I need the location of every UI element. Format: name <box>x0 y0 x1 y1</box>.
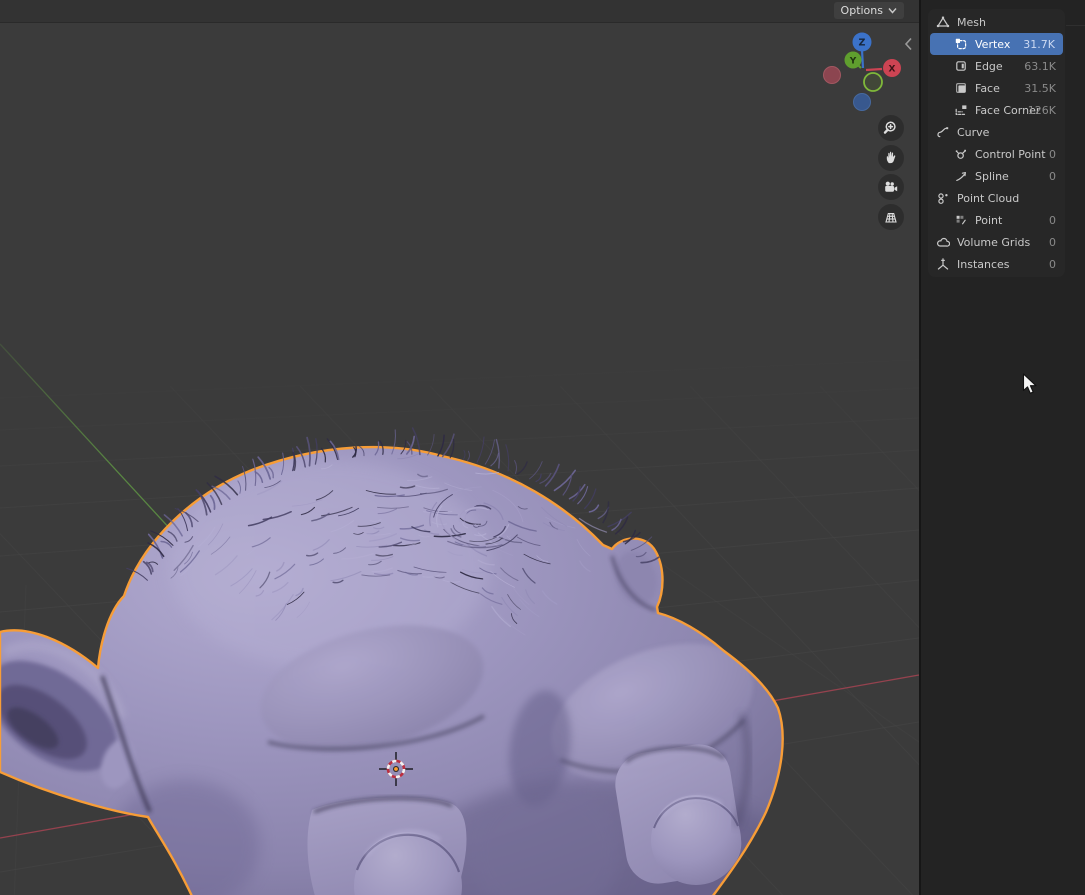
stat-label: Edge <box>975 60 1003 73</box>
point-icon <box>954 213 968 227</box>
camera-icon <box>883 179 899 195</box>
stat-value: 31.5K <box>1024 82 1056 95</box>
control-point-icon <box>954 147 968 161</box>
sidebar-collapse-arrow[interactable] <box>902 36 915 52</box>
volume-grids-icon <box>936 235 950 249</box>
stat-value: 0 <box>1049 258 1056 271</box>
stat-row-face[interactable]: Face 31.5K <box>928 77 1065 99</box>
stat-label: Volume Grids <box>957 236 1030 249</box>
stat-value: 0 <box>1049 170 1056 183</box>
stat-value: 0 <box>1049 236 1056 249</box>
stat-row-control-point[interactable]: Control Point0 <box>928 143 1065 165</box>
data-domain-list: Mesh Vertex 31.7K Edge 63.1K Face 31.5K Face Co… <box>928 9 1065 277</box>
edge-icon <box>954 59 968 73</box>
region-divider <box>1066 25 1085 26</box>
options-label: Options <box>841 4 883 17</box>
stat-label: Curve <box>957 126 989 139</box>
perspective-tool-button[interactable] <box>878 204 904 230</box>
options-button[interactable]: Options <box>834 2 904 19</box>
zoom-tool-button[interactable] <box>878 115 904 141</box>
stat-value: 31.7K <box>1023 38 1055 51</box>
grid-icon <box>883 209 899 225</box>
stat-row-spline[interactable]: Spline 0 <box>928 165 1065 187</box>
point-cloud-icon <box>936 191 950 205</box>
chevron-left-icon <box>902 36 915 52</box>
vertex-icon <box>954 37 968 51</box>
gizmo-axis-x-neg[interactable] <box>824 67 841 84</box>
stat-row-instances[interactable]: Instances 0 <box>928 253 1065 275</box>
spline-icon <box>954 169 968 183</box>
stat-row-curve[interactable]: Curve <box>928 121 1065 143</box>
stat-label: Mesh <box>957 16 986 29</box>
stat-row-point[interactable]: Point 0 <box>928 209 1065 231</box>
stat-label: Point <box>975 214 1002 227</box>
mesh-icon <box>936 15 950 29</box>
hand-icon <box>884 150 899 165</box>
left-eye <box>307 797 466 895</box>
stat-label: Spline <box>975 170 1009 183</box>
gizmo-axis-y[interactable]: Y <box>845 52 862 69</box>
navigation-gizmo[interactable]: Z Y X <box>818 26 910 118</box>
gizmo-axis-y-neg[interactable] <box>864 73 882 91</box>
spreadsheet-region[interactable]: Mesh Vertex 31.7K Edge 63.1K Face 31.5K Face Co… <box>919 0 1085 895</box>
face-icon <box>954 81 968 95</box>
stat-row-face-corner[interactable]: Face Corner126K <box>928 99 1065 121</box>
stat-value: 0 <box>1049 214 1056 227</box>
stat-label: Point Cloud <box>957 192 1019 205</box>
stat-row-edge[interactable]: Edge 63.1K <box>928 55 1065 77</box>
curve-icon <box>936 125 950 139</box>
stat-row-point-cloud[interactable]: Point Cloud <box>928 187 1065 209</box>
blender-window: Options Z Y X <box>0 0 1085 895</box>
gizmo-axis-z-neg[interactable] <box>854 94 871 111</box>
stat-label: Control Point <box>975 148 1046 161</box>
viewport-header: Options <box>0 0 919 23</box>
pan-tool-button[interactable] <box>878 145 904 171</box>
stat-label: Instances <box>957 258 1010 271</box>
face-corner-icon <box>954 103 968 117</box>
stat-value: 126K <box>1028 104 1056 117</box>
viewport-canvas <box>0 0 919 895</box>
stat-row-volume-grids[interactable]: Volume Grids 0 <box>928 231 1065 253</box>
gizmo-axis-x[interactable]: X <box>883 59 901 77</box>
stat-row-vertex[interactable]: Vertex 31.7K <box>930 33 1063 55</box>
camera-view-tool-button[interactable] <box>878 174 904 200</box>
stat-value: 63.1K <box>1024 60 1056 73</box>
chevron-down-icon <box>888 7 897 14</box>
instances-icon <box>936 257 950 271</box>
viewport-3d[interactable]: Options Z Y X <box>0 0 919 895</box>
stat-row-mesh[interactable]: Mesh <box>928 11 1065 33</box>
magnifier-plus-icon <box>883 120 899 136</box>
grid-fade <box>0 298 919 468</box>
gizmo-axis-z[interactable]: Z <box>853 33 872 52</box>
gizmo-y-label: Y <box>849 57 857 67</box>
gizmo-z-label: Z <box>859 38 866 49</box>
stat-value: 0 <box>1049 148 1056 161</box>
stat-label: Vertex <box>975 38 1010 51</box>
gizmo-x-label: X <box>889 65 896 75</box>
stat-label: Face <box>975 82 1000 95</box>
